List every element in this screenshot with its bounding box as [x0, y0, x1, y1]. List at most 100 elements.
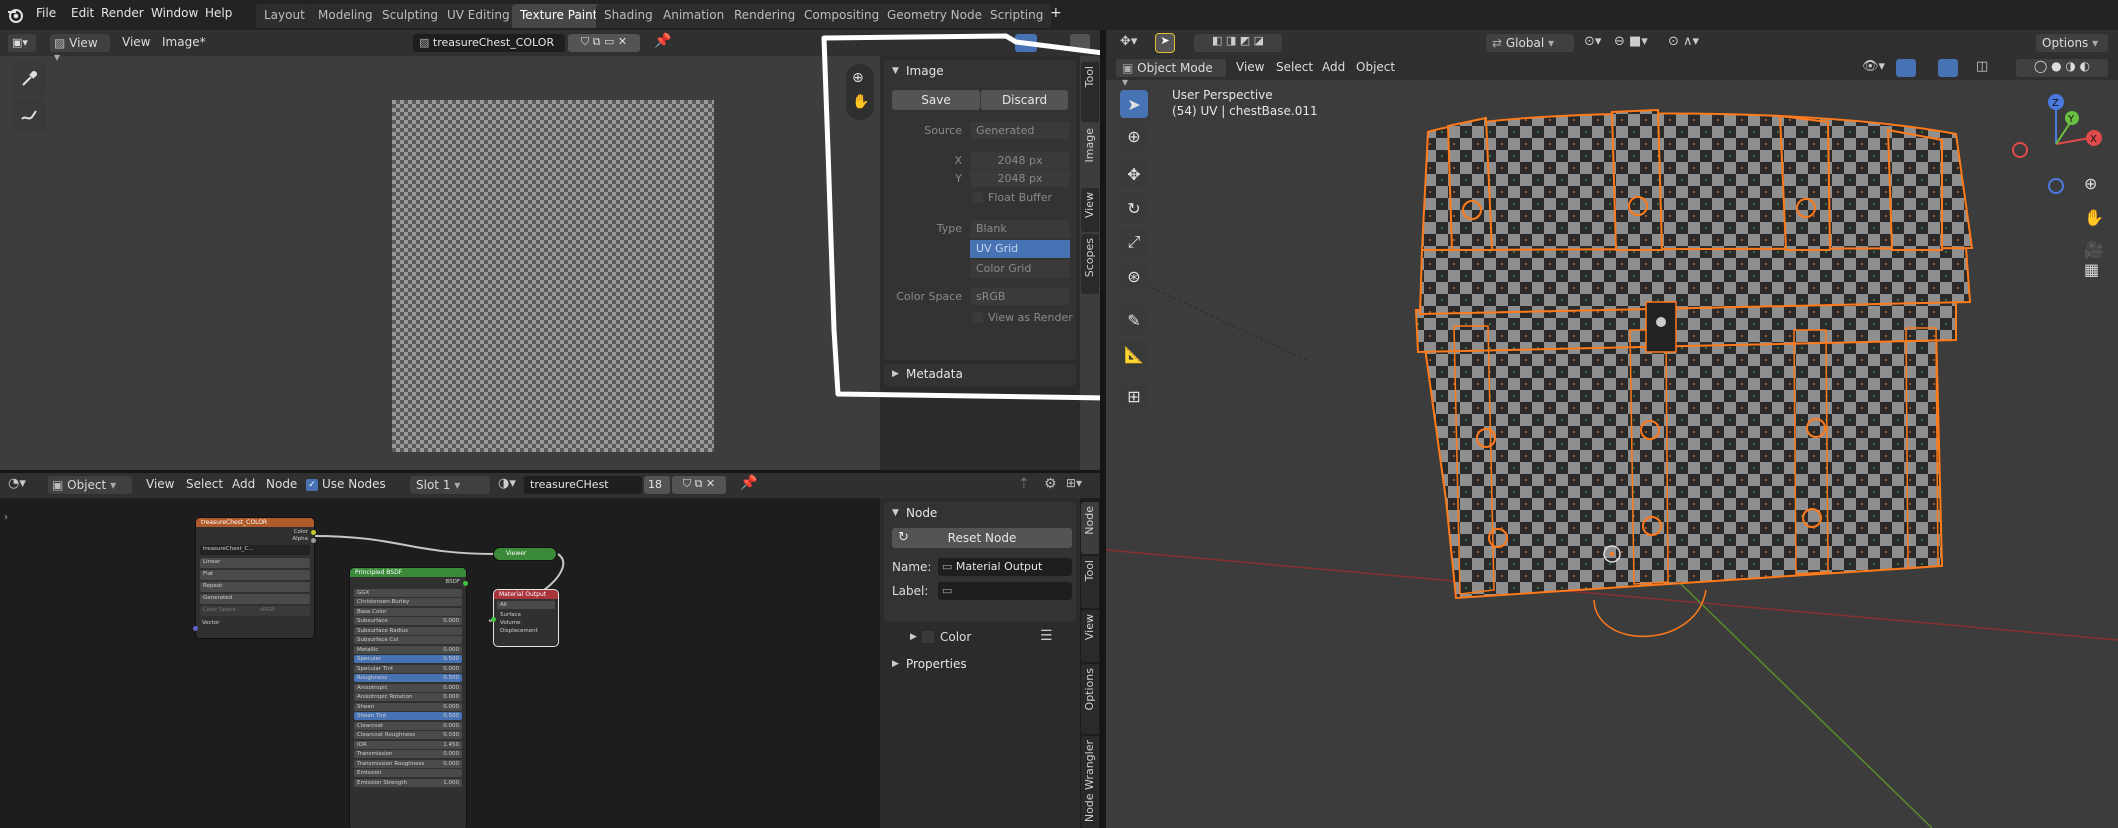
color-subpanel[interactable]: ▶ Color ☰	[884, 626, 1076, 650]
tab-node[interactable]: Node	[1081, 502, 1099, 554]
scale-tool-button[interactable]: ⤢	[1120, 228, 1148, 256]
3d-viewport[interactable]: ✥▾ ➤ ◧ ◨ ◩ ◪ ⇄ Global ▾ ⊙▾ ⊖ ■▾ ⊙ ∧▾ Opt…	[1106, 30, 2118, 828]
bsdf-input-row[interactable]: Clearcoat Roughness 0.030	[354, 731, 462, 739]
image-name-field[interactable]: ▨ treasureChest_COLOR	[413, 34, 565, 52]
blender-logo-icon[interactable]	[6, 6, 24, 24]
select-tool-button[interactable]: ➤	[1120, 90, 1148, 118]
bsdf-input-row[interactable]: Christensen-Burley	[354, 598, 462, 606]
bsdf-input-row[interactable]: Base Color	[354, 607, 462, 616]
bsdf-output-socket[interactable]	[463, 581, 468, 586]
tab-node-wrangler[interactable]: Node Wrangler	[1081, 736, 1099, 828]
bsdf-input-row[interactable]: Clearcoat 0.000	[354, 721, 462, 730]
toolbar-expand-icon[interactable]: ›	[4, 512, 8, 523]
view-mode-dropdown[interactable]: ▨ View ▾	[50, 34, 110, 64]
bsdf-input-row[interactable]: Transmission Roughness 0.000	[354, 759, 462, 768]
tab-compositing[interactable]: Compositing	[796, 4, 888, 28]
tab-options[interactable]: Options	[1081, 664, 1099, 734]
extension-dropdown[interactable]: Repeat	[200, 582, 310, 592]
measure-tool-button[interactable]: 📐	[1120, 340, 1148, 368]
bsdf-input-row[interactable]: Subsurface 0.000	[354, 617, 462, 625]
image-texture-node[interactable]: treasureChest_COLOR Color Alpha treasure…	[193, 518, 316, 638]
tab-scripting[interactable]: Scripting	[982, 4, 1052, 28]
menu-image[interactable]: Image*	[162, 35, 206, 49]
treasure-chest-model[interactable]	[1376, 90, 1996, 670]
parent-node-tree-icon[interactable]: ⇡	[1018, 476, 1030, 492]
camera-icon[interactable]: 🎥	[2084, 240, 2104, 259]
move-tool-button[interactable]: ✥	[1120, 160, 1148, 188]
use-color-checkbox[interactable]	[922, 631, 934, 643]
node-color-space-row[interactable]: Color Space sRGB	[200, 606, 310, 616]
uv-grid-image[interactable]	[392, 100, 714, 452]
node-name-field[interactable]: ▭ Material Output	[938, 558, 1072, 576]
tab-rendering[interactable]: Rendering	[726, 4, 804, 28]
snap-icon[interactable]: ⚙	[1044, 476, 1057, 492]
menu-window[interactable]: Window	[151, 6, 198, 20]
viewer-node[interactable]: Viewer	[494, 548, 556, 560]
image-datablock-row[interactable]: treasureChest_C...	[200, 545, 310, 555]
reset-node-button[interactable]: ↻ Reset Node	[892, 528, 1072, 548]
tab-view[interactable]: View	[1081, 610, 1099, 662]
bsdf-input-row[interactable]: Sheen Tint 0.500	[354, 712, 462, 720]
transform-tool-button[interactable]: ⊛	[1120, 262, 1148, 290]
bsdf-input-row[interactable]: GGX	[354, 588, 462, 597]
principled-bsdf-node[interactable]: Principled BSDF BSDF GGX Christensen-Burl…	[350, 568, 468, 828]
tab-uv-editing[interactable]: UV Editing	[439, 4, 518, 28]
menu-render[interactable]: Render	[101, 6, 144, 20]
tab-modeling[interactable]: Modeling	[310, 4, 381, 28]
source-dropdown[interactable]: Generated	[200, 594, 310, 604]
bsdf-input-row[interactable]: Emission	[354, 769, 462, 777]
bsdf-input-row[interactable]: Emission Strength 1.000	[354, 778, 462, 787]
bsdf-input-row[interactable]: Anisotropic 0.000	[354, 683, 462, 692]
surface-input-socket[interactable]	[491, 617, 496, 622]
cursor-tool-button[interactable]: ⊕	[1120, 122, 1148, 150]
projection-dropdown[interactable]: Flat	[200, 570, 310, 580]
neg-x-axis-icon[interactable]	[2012, 142, 2028, 158]
menu-help[interactable]: Help	[205, 6, 232, 20]
list-icon[interactable]: ☰	[1040, 628, 1053, 644]
tab-animation[interactable]: Animation	[655, 4, 733, 28]
tab-tool[interactable]: Tool	[1081, 556, 1099, 608]
bsdf-input-row[interactable]: Metallic 0.000	[354, 645, 462, 654]
material-output-node[interactable]: Material Output All Surface Volume Displ…	[491, 589, 559, 647]
bsdf-input-row[interactable]: Transmission 0.000	[354, 750, 462, 758]
rotate-tool-button[interactable]: ↻	[1120, 194, 1148, 222]
tab-sculpting[interactable]: Sculpting	[374, 4, 447, 28]
tab-shading[interactable]: Shading	[596, 4, 661, 28]
tab-geometry-nodes[interactable]: Geometry Nodes	[879, 4, 997, 28]
bsdf-input-row[interactable]: Subsurface Col	[354, 636, 462, 644]
bsdf-input-row[interactable]: Specular Tint 0.000	[354, 664, 462, 673]
menu-file[interactable]: File	[36, 6, 56, 20]
tab-layout[interactable]: Layout	[256, 4, 313, 28]
overlay-dropdown-icon[interactable]: ⊞▾	[1066, 476, 1082, 490]
properties-subpanel[interactable]: ▶ Properties	[884, 654, 1076, 676]
interpolation-dropdown[interactable]: Linear	[200, 558, 310, 568]
vector-input-socket[interactable]	[193, 626, 198, 631]
add-workspace-button[interactable]: +	[1050, 5, 1062, 21]
add-cube-tool-button[interactable]: ⊞	[1120, 382, 1148, 410]
bsdf-input-row[interactable]: Anisotropic Rotation 0.000	[354, 693, 462, 701]
output-target-dropdown[interactable]: All	[497, 601, 555, 609]
pin-icon[interactable]: 📌	[654, 33, 671, 49]
pan-hand-icon[interactable]: ✋	[2084, 208, 2104, 227]
tab-texture-paint[interactable]: Texture Paint	[512, 4, 606, 28]
zoom-icon[interactable]: ⊕	[2084, 174, 2097, 193]
bsdf-input-row[interactable]: Roughness 0.500	[354, 674, 462, 682]
color-output-socket[interactable]	[311, 530, 316, 535]
annotate-tool-button[interactable]	[12, 98, 46, 132]
image-datablock-buttons[interactable]: ⛉ ⧉ ▭ ✕	[568, 34, 640, 52]
bsdf-input-row[interactable]: Sheen 0.000	[354, 702, 462, 711]
bsdf-input-row[interactable]: IOR 1.450	[354, 740, 462, 749]
alpha-output-socket[interactable]	[311, 538, 316, 543]
bsdf-input-row[interactable]: Subsurface Radius	[354, 626, 462, 635]
grid-view-icon[interactable]: ▦	[2084, 260, 2099, 279]
neg-z-axis-icon[interactable]	[2048, 178, 2064, 194]
menu-view[interactable]: View	[122, 35, 150, 49]
bsdf-input-row[interactable]: Specular 0.500	[354, 655, 462, 663]
sample-tool-button[interactable]	[12, 62, 46, 96]
node-label-field[interactable]: ▭	[938, 582, 1072, 600]
panel-collapse-icon[interactable]: ▼	[892, 508, 899, 518]
annotate-tool-button[interactable]: ✎	[1120, 306, 1148, 334]
editor-type-icon[interactable]: ▣▾	[8, 34, 36, 52]
area-separator-horizontal[interactable]	[0, 470, 1100, 473]
menu-edit[interactable]: Edit	[71, 6, 94, 20]
